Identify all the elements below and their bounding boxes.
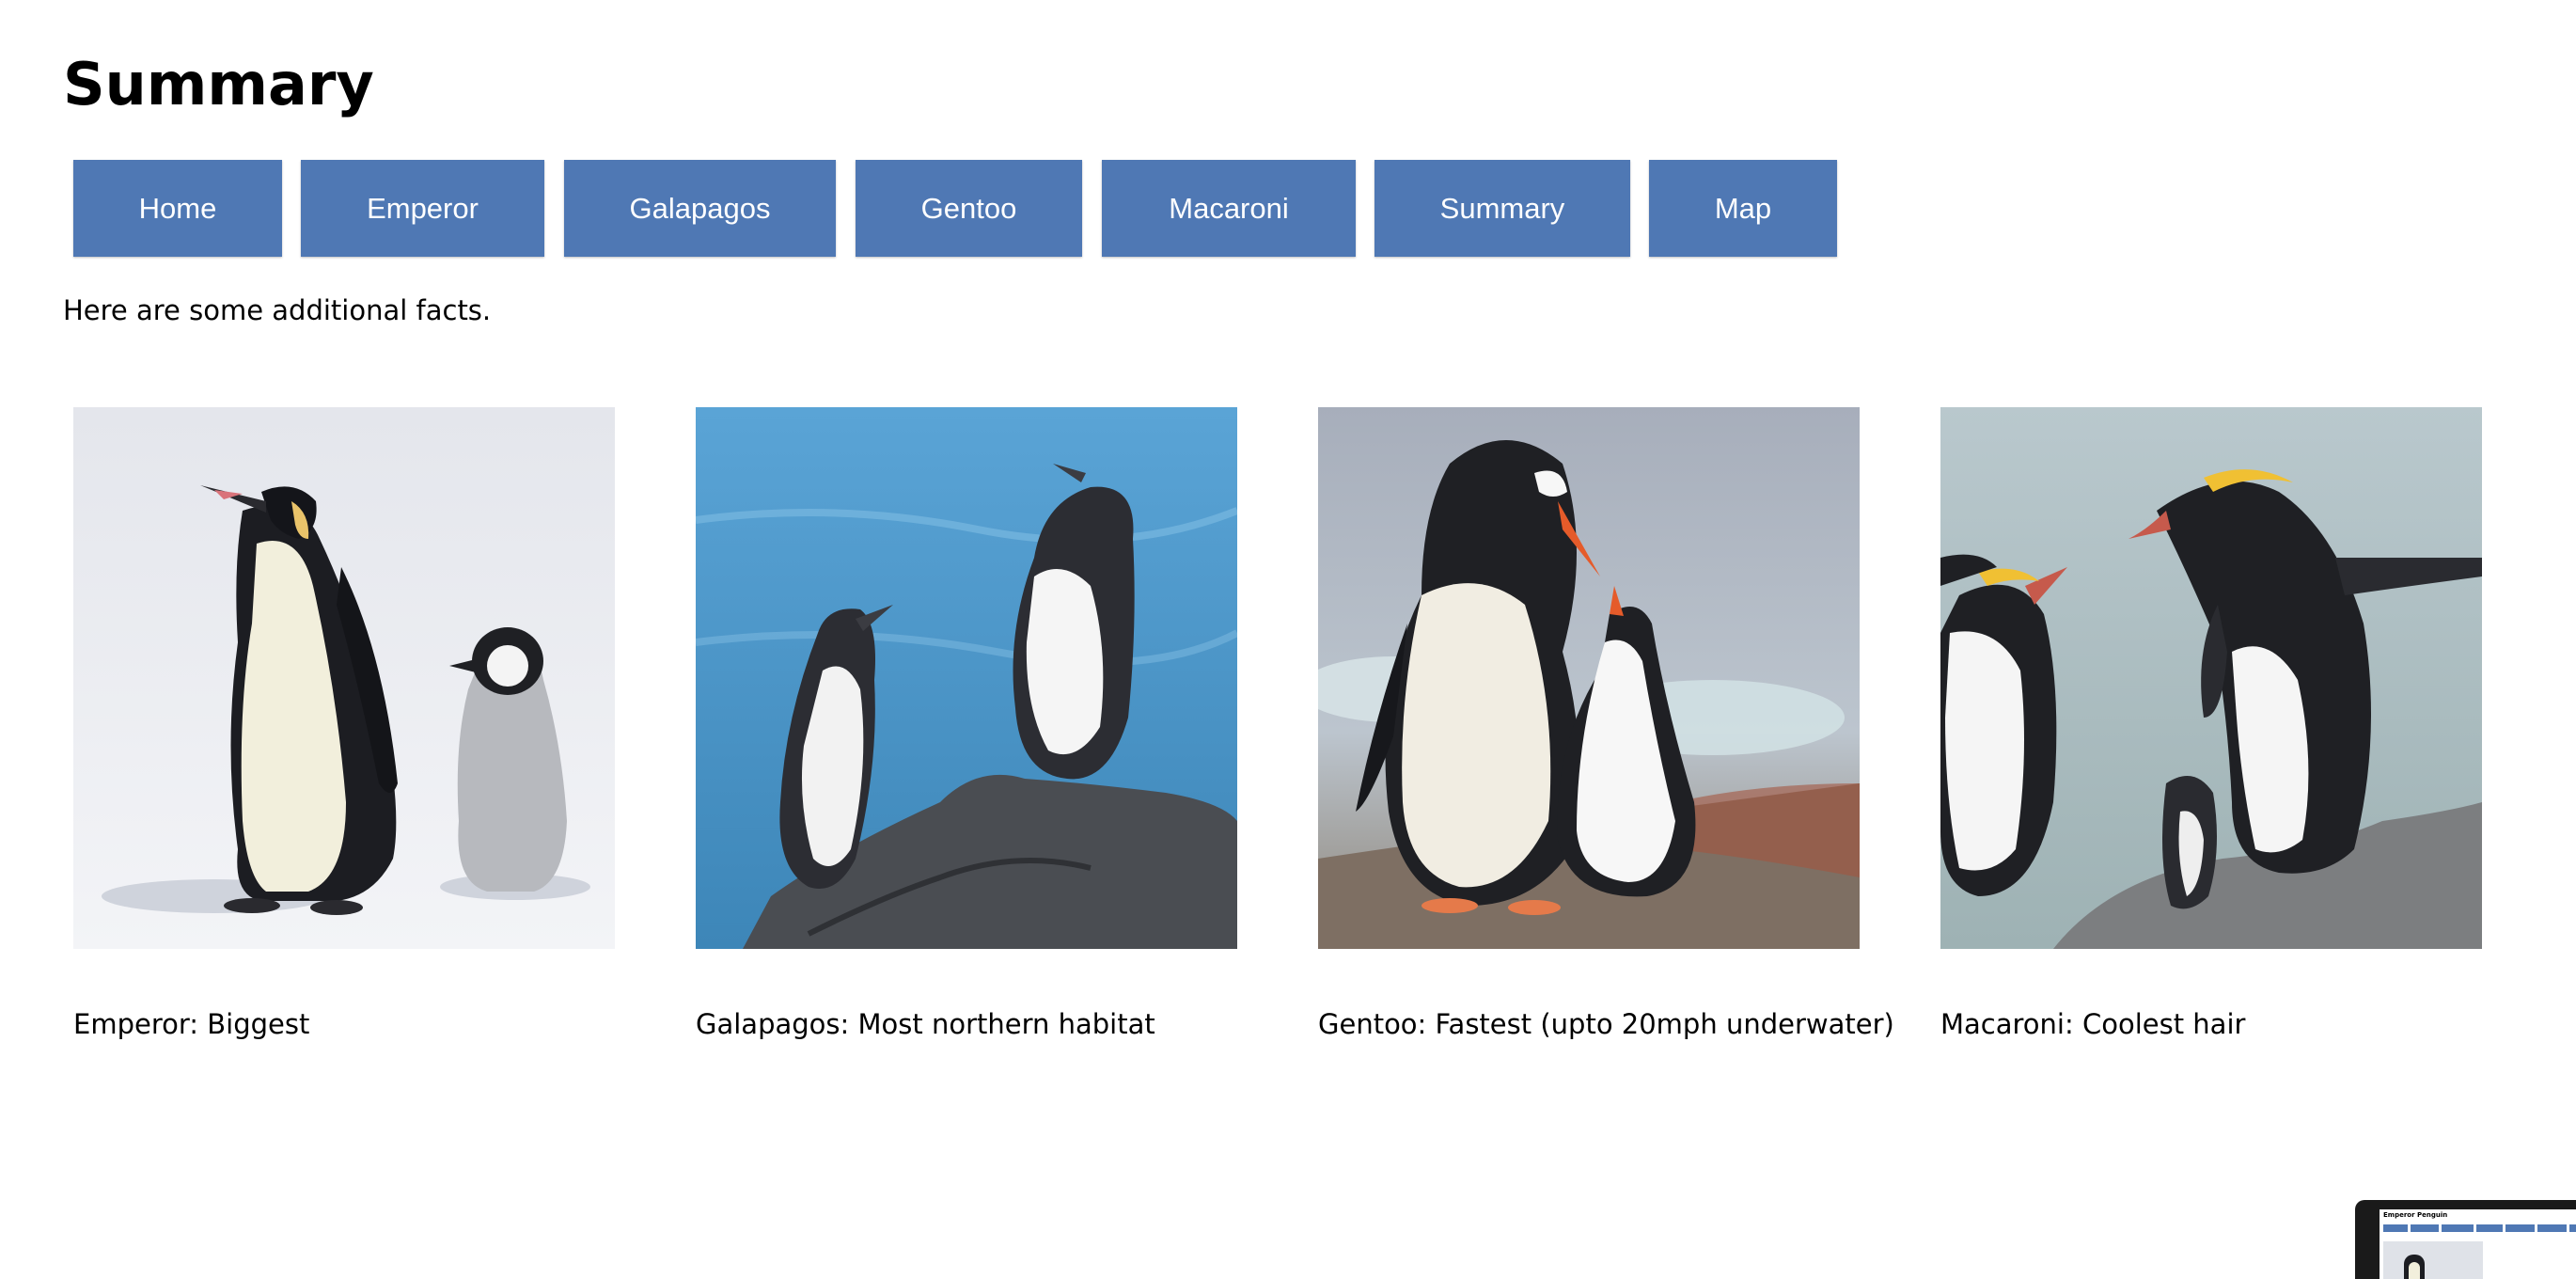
thumbnail-image (2383, 1241, 2483, 1279)
nav-emperor-button[interactable]: Emperor (301, 160, 544, 257)
summary-page: Summary Home Emperor Galapagos Gentoo Ma… (0, 0, 2576, 1279)
thumbnail-nav (2383, 1224, 2576, 1232)
intro-text: Here are some additional facts. (63, 294, 492, 326)
window-thumbnail[interactable]: Emperor Penguin (2355, 1200, 2576, 1279)
fact-caption-macaroni: Macaroni: Coolest hair (1940, 1008, 2246, 1040)
fact-card-emperor: Emperor: Biggest (73, 407, 615, 1040)
gentoo-penguin-photo (1318, 407, 1860, 949)
fact-caption-galapagos: Galapagos: Most northern habitat (696, 1008, 1155, 1040)
fact-caption-gentoo: Gentoo: Fastest (upto 20mph underwater) (1318, 1008, 1894, 1040)
fact-card-galapagos: Galapagos: Most northern habitat (696, 407, 1237, 1040)
thumbnail-title: Emperor Penguin (2383, 1211, 2448, 1219)
thumbnail-preview: Emperor Penguin (2380, 1209, 2576, 1279)
nav-map-button[interactable]: Map (1649, 160, 1837, 257)
fact-card-gentoo: Gentoo: Fastest (upto 20mph underwater) (1318, 407, 1894, 1040)
nav-galapagos-button[interactable]: Galapagos (564, 160, 836, 257)
nav-macaroni-button[interactable]: Macaroni (1102, 160, 1356, 257)
emperor-penguin-photo (73, 407, 615, 949)
macaroni-penguin-photo (1940, 407, 2482, 949)
page-title: Summary (63, 50, 374, 118)
nav-summary-button[interactable]: Summary (1374, 160, 1630, 257)
galapagos-penguin-photo (696, 407, 1237, 949)
nav-home-button[interactable]: Home (73, 160, 282, 257)
nav-gentoo-button[interactable]: Gentoo (856, 160, 1082, 257)
fact-card-macaroni: Macaroni: Coolest hair (1940, 407, 2482, 1040)
fact-caption-emperor: Emperor: Biggest (73, 1008, 310, 1040)
